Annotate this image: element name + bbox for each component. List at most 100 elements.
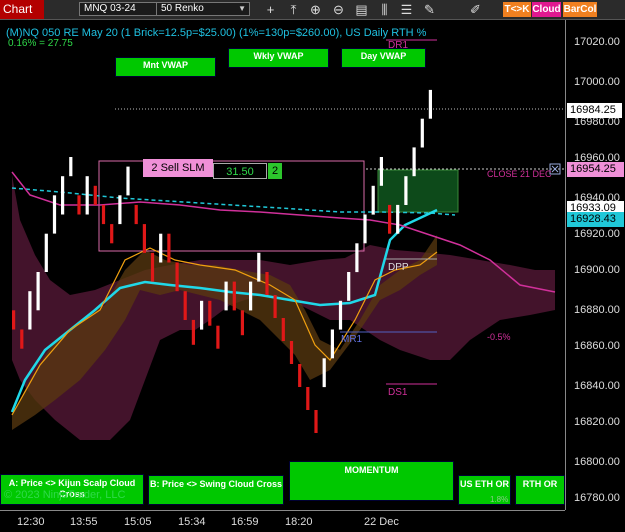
- close-price-tag: 16954.25: [567, 162, 624, 177]
- renko-brick-down: [232, 281, 236, 311]
- renko-brick-up: [126, 166, 130, 196]
- swing-cloud-cross-button[interactable]: B: Price <> Swing Cloud Cross: [148, 475, 284, 505]
- renko-brick-up: [44, 233, 48, 272]
- renko-brick-up: [257, 252, 261, 282]
- renko-brick-down: [314, 410, 318, 433]
- time-axis[interactable]: 12:30 13:55 15:05 15:34 16:59 18:20 22 D…: [0, 510, 565, 532]
- renko-brick-up: [338, 300, 343, 330]
- renko-brick-up: [159, 233, 163, 263]
- chart-subtitle: 0.16% = 27.75: [8, 38, 73, 49]
- dpp-label: DPP: [388, 262, 409, 273]
- renko-chart: [10, 39, 565, 440]
- pct-level-label: -0.5%: [487, 332, 511, 342]
- last-price-tag: 16984.25: [567, 103, 622, 118]
- order-price[interactable]: 31.50: [213, 163, 267, 179]
- properties-icon[interactable]: ▤: [353, 1, 370, 18]
- renko-brick-down: [281, 318, 285, 341]
- renko-brick-up: [69, 157, 73, 177]
- renko-brick-down: [306, 387, 310, 410]
- renko-brick-down: [93, 185, 97, 205]
- renko-brick-down: [289, 341, 294, 364]
- renko-brick-down: [208, 300, 212, 326]
- data-box-icon[interactable]: ☰: [398, 1, 415, 18]
- renko-brick-up: [379, 157, 383, 186]
- dr1-label: DR1: [388, 40, 409, 51]
- instrument-label: MNQ 03-24: [84, 3, 136, 14]
- copyright-text: © 2023 NinjaTrader, LLC: [4, 489, 126, 501]
- renko-brick-down: [388, 204, 392, 234]
- renko-brick-up: [52, 195, 57, 234]
- renko-brick-up: [347, 272, 351, 301]
- renko-brick-up: [330, 329, 334, 359]
- time-tick: 18:20: [285, 516, 313, 528]
- price-tick: 16820.00: [574, 416, 620, 428]
- chart-toolbar: Chart MNQ 03-24 ▼ 50 Renko ▼ + ⤒ ⊕ ⊖ ▤ ⫼ ☰…: [0, 0, 625, 20]
- time-tick: 16:59: [231, 516, 259, 528]
- price-tick: 16840.00: [574, 380, 620, 392]
- price-tick: 16880.00: [574, 304, 620, 316]
- order-quantity[interactable]: 2: [268, 163, 282, 179]
- chevron-down-icon: ▼: [238, 4, 246, 13]
- tk-button[interactable]: T<>K: [503, 2, 531, 17]
- small-value-label: 1.8%: [490, 495, 509, 504]
- nav-up-icon[interactable]: ⤒: [285, 1, 302, 18]
- renko-brick-down: [216, 325, 220, 349]
- price-tick: 17000.00: [574, 76, 620, 88]
- renko-brick-up: [118, 195, 122, 225]
- renko-brick-up: [200, 300, 204, 330]
- monthly-vwap-button[interactable]: Mnt VWAP: [115, 57, 216, 77]
- time-tick: 22 Dec: [364, 516, 399, 528]
- renko-brick-down: [142, 224, 146, 253]
- price-tick: 16800.00: [574, 456, 620, 468]
- renko-brick-up: [36, 272, 40, 311]
- sell-order-label[interactable]: 2 Sell SLM: [143, 159, 213, 177]
- renko-brick-up: [420, 118, 424, 148]
- renko-brick-up: [28, 291, 32, 330]
- price-tick: 17020.00: [574, 36, 620, 48]
- zoom-in-icon[interactable]: ⊕: [307, 1, 324, 18]
- bar-type-selector[interactable]: 50 Renko ▼: [156, 2, 250, 16]
- time-tick: 13:55: [70, 516, 98, 528]
- renko-brick-up: [404, 176, 408, 205]
- weekly-vwap-button[interactable]: Wkly VWAP: [228, 48, 329, 68]
- renko-brick-down: [167, 233, 171, 263]
- price-tick: 16780.00: [574, 492, 620, 504]
- renko-brick-down: [273, 295, 277, 318]
- renko-brick-up: [249, 281, 253, 311]
- zoom-out-icon[interactable]: ⊖: [330, 1, 347, 18]
- vwap-price-tag: 16928.43: [567, 212, 624, 227]
- time-tick: 15:34: [178, 516, 206, 528]
- renko-brick-down: [240, 310, 244, 336]
- renko-brick-down: [175, 262, 179, 292]
- renko-brick-up: [322, 358, 326, 388]
- momentum-button[interactable]: MOMENTUM: [289, 461, 454, 501]
- cloud-button[interactable]: Cloud: [532, 2, 561, 17]
- mr1-label: MR1: [341, 334, 363, 345]
- renko-brick-up: [224, 281, 228, 311]
- time-tick: 15:05: [124, 516, 152, 528]
- bar-style-icon[interactable]: ⫼: [376, 1, 393, 18]
- rth-or-button[interactable]: RTH OR: [515, 475, 565, 505]
- renko-brick-down: [77, 195, 81, 215]
- price-axis[interactable]: 17020.00 17000.00 16980.00 16960.00 1694…: [565, 20, 625, 510]
- ds1-label: DS1: [388, 387, 408, 398]
- renko-brick-down: [101, 204, 106, 225]
- daily-vwap-button[interactable]: Day VWAP: [341, 48, 426, 68]
- renko-brick-down: [183, 291, 187, 320]
- chart-window-tab[interactable]: Chart: [0, 0, 44, 19]
- renko-brick-down: [150, 252, 155, 282]
- bar-type-label: 50 Renko: [161, 3, 204, 14]
- chart-plot-area[interactable]: (M)NQ 050 RE May 20 (1 Brick=12.5p=$25.0…: [0, 20, 565, 510]
- renko-brick-up: [396, 204, 400, 234]
- renko-brick-down: [20, 329, 24, 349]
- barcol-button[interactable]: BarCol: [563, 2, 597, 17]
- price-tick: 16900.00: [574, 264, 620, 276]
- close-level-label: CLOSE 21 DEC: [487, 169, 552, 179]
- drawing-icon[interactable]: ✎: [421, 1, 438, 18]
- renko-brick-up: [355, 243, 359, 273]
- plus-icon[interactable]: +: [262, 1, 279, 18]
- renko-brick-up: [85, 176, 89, 215]
- renko-brick-up: [363, 214, 367, 244]
- renko-brick-down: [191, 319, 195, 345]
- draw-tools-icon[interactable]: ✐: [467, 1, 484, 18]
